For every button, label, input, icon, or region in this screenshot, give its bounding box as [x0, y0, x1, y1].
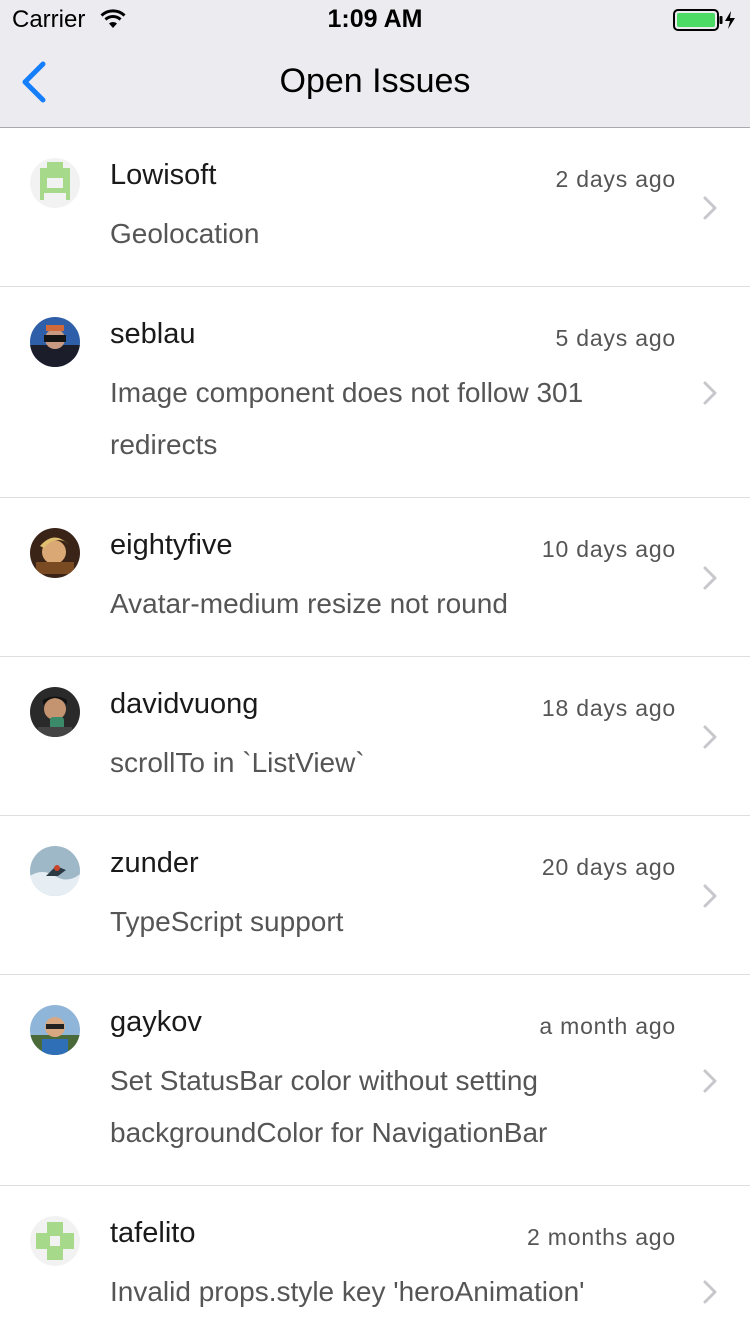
status-bar: Carrier 1:09 AM	[0, 0, 750, 40]
issue-author: zunder	[110, 847, 199, 879]
issue-row[interactable]: zunder 20 days ago TypeScript support	[0, 816, 750, 975]
chevron-right-icon	[703, 884, 717, 908]
avatar	[30, 158, 80, 208]
chevron-right-icon	[703, 566, 717, 590]
issue-title: Image component does not follow 301 redi…	[110, 377, 584, 460]
issue-title: Set StatusBar color without setting back…	[110, 1065, 548, 1148]
battery-icon	[673, 9, 735, 31]
avatar	[30, 846, 80, 896]
issue-list: Lowisoft 2 days ago Geolocation seblau 5…	[0, 128, 750, 1334]
issue-title: scrollTo in `ListView`	[110, 747, 365, 778]
avatar	[30, 1216, 80, 1266]
issue-row[interactable]: tafelito 2 months ago Invalid props.styl…	[0, 1186, 750, 1334]
chevron-right-icon	[703, 1069, 717, 1093]
issue-time: 2 months ago	[527, 1224, 676, 1250]
page-title: Open Issues	[279, 62, 471, 100]
issue-author: davidvuong	[110, 688, 259, 720]
chevron-right-icon	[703, 1280, 717, 1304]
issue-author: gaykov	[110, 1006, 202, 1038]
issue-row[interactable]: eightyfive 10 days ago Avatar-medium res…	[0, 498, 750, 657]
issue-title: TypeScript support	[110, 906, 344, 937]
issue-time: 5 days ago	[555, 325, 676, 351]
avatar	[30, 528, 80, 578]
avatar	[30, 687, 80, 737]
chevron-right-icon	[703, 196, 717, 220]
issue-author: tafelito	[110, 1217, 196, 1249]
issue-row[interactable]: Lowisoft 2 days ago Geolocation	[0, 128, 750, 287]
issue-time: 18 days ago	[541, 695, 676, 721]
issue-row[interactable]: davidvuong 18 days ago scrollTo in `List…	[0, 657, 750, 816]
issue-row[interactable]: gaykov a month ago Set StatusBar color w…	[0, 975, 750, 1186]
clock: 1:09 AM	[327, 5, 423, 33]
issue-time: 20 days ago	[541, 854, 676, 880]
issue-author: Lowisoft	[110, 159, 217, 191]
issue-title: Geolocation	[110, 218, 260, 249]
chevron-right-icon	[703, 725, 717, 749]
navigation-bar: Open Issues	[0, 40, 750, 128]
issue-time: a month ago	[539, 1013, 676, 1039]
issue-author: seblau	[110, 318, 196, 350]
issue-time: 2 days ago	[555, 166, 676, 192]
issue-title: Invalid props.style key 'heroAnimation'	[110, 1276, 585, 1307]
issue-time: 10 days ago	[541, 536, 676, 562]
issue-row[interactable]: seblau 5 days ago Image component does n…	[0, 287, 750, 498]
avatar	[30, 317, 80, 367]
issue-title: Avatar-medium resize not round	[110, 588, 508, 619]
chevron-right-icon	[703, 381, 717, 405]
issue-author: eightyfive	[110, 529, 233, 561]
avatar	[30, 1005, 80, 1055]
